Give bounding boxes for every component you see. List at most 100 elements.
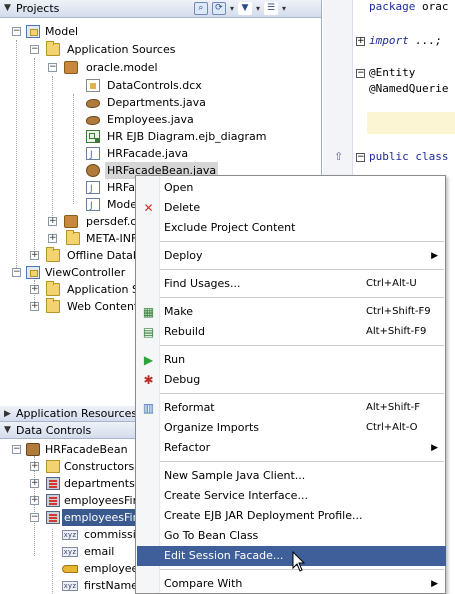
code-line-entity: @Entity [369, 66, 416, 79]
code-line-package: package orac [369, 0, 449, 13]
expand-toggle[interactable]: + [30, 251, 39, 260]
menu-item-deploy[interactable]: Deploy ▶ [137, 246, 446, 266]
project-icon [26, 25, 40, 38]
menu-item-exclude-project-content[interactable]: Exclude Project Content [137, 218, 446, 238]
menu-item-shortcut: Ctrl+Shift-F9 [366, 306, 431, 317]
folder-icon [46, 298, 60, 313]
menu-item-delete[interactable]: ✕ Delete [137, 198, 446, 218]
tree-item-label: HRFacadeBean [45, 443, 128, 456]
code-line-public-class: public class [369, 150, 449, 163]
menu-separator [160, 461, 444, 462]
collapse-toggle[interactable]: − [12, 445, 21, 454]
search-icon[interactable]: ⌕ [193, 2, 208, 15]
menu-item-create-service-interface[interactable]: Create Service Interface... [137, 486, 446, 506]
navigator-options-icon[interactable]: ☰ [263, 2, 278, 15]
menu-item-refactor[interactable]: Refactor ▶ [137, 438, 446, 458]
chevron-down-icon[interactable]: ▾ [256, 2, 260, 15]
expand-arrow-icon[interactable]: ▶ [4, 409, 11, 419]
tree-item-label: persdef.or [86, 215, 142, 228]
fold-expand-icon[interactable]: + [356, 37, 365, 46]
filter-icon[interactable]: ▼ [237, 2, 252, 15]
menu-item-rebuild[interactable]: ▤ Rebuild Alt+Shift-F9 [137, 322, 446, 342]
menu-item-reformat[interactable]: ▥ Reformat Alt+Shift-F [137, 398, 446, 418]
menu-item-debug[interactable]: ✱ Debug [137, 370, 446, 390]
attribute-icon: xyz [62, 581, 78, 591]
expand-toggle[interactable]: + [30, 462, 39, 471]
menu-item-open[interactable]: Open [137, 178, 446, 198]
expand-toggle[interactable]: + [48, 234, 57, 243]
menu-item-make[interactable]: ▦ Make Ctrl+Shift-F9 [137, 302, 446, 322]
folder-icon [46, 247, 60, 262]
collection-icon [46, 511, 60, 524]
tree-item-label: HR EJB Diagram.ejb_diagram [107, 130, 267, 143]
session-bean-icon [86, 164, 100, 177]
menu-separator [160, 297, 444, 298]
fold-collapse-icon[interactable]: − [356, 153, 365, 162]
expand-toggle[interactable]: + [30, 285, 39, 294]
projects-toolbar: ⌕ ⟳ ▾ ▼ ▾ ☰ ▾ [193, 2, 286, 15]
debug-icon: ✱ [143, 373, 154, 387]
menu-item-run[interactable]: ▶ Run [137, 350, 446, 370]
attribute-icon: xyz [62, 547, 78, 557]
menu-item-label: Reformat [164, 401, 215, 414]
interface-file-icon [86, 181, 100, 198]
menu-item-label: Make [164, 305, 193, 318]
collapse-toggle[interactable]: − [30, 513, 39, 522]
data-control-icon [26, 443, 40, 456]
file-icon [86, 198, 100, 215]
tree-item-label: Application Sources [67, 43, 176, 56]
collapse-arrow-icon[interactable]: ▼ [4, 425, 11, 435]
menu-item-create-ejb-jar-profile[interactable]: Create EJB JAR Deployment Profile... [137, 506, 446, 526]
menu-item-label: Run [164, 353, 186, 366]
project-icon [26, 266, 40, 279]
tree-item-label: Web Content [67, 300, 139, 313]
folder-icon [66, 230, 80, 245]
expand-toggle[interactable]: + [30, 479, 39, 488]
menu-item-label: Create EJB JAR Deployment Profile... [164, 509, 363, 522]
override-arrow-icon[interactable]: ⇧ [334, 150, 343, 163]
submenu-arrow-icon: ▶ [431, 443, 438, 453]
submenu-arrow-icon: ▶ [431, 579, 438, 589]
chevron-down-icon[interactable]: ▾ [230, 2, 234, 15]
tree-item-label: firstName [84, 579, 138, 592]
menu-separator [160, 269, 444, 270]
rebuild-icon: ▤ [142, 325, 155, 339]
menu-item-compare-with[interactable]: Compare With ▶ [137, 574, 446, 594]
run-icon: ▶ [143, 353, 154, 367]
expand-toggle[interactable]: + [30, 302, 39, 311]
menu-item-shortcut: Alt+Shift-F9 [366, 326, 427, 337]
collapse-toggle[interactable]: − [48, 63, 57, 72]
menu-item-organize-imports[interactable]: Organize Imports Ctrl+Alt-O [137, 418, 446, 438]
xml-file-icon [86, 79, 100, 92]
menu-item-new-sample-java-client[interactable]: New Sample Java Client... [137, 466, 446, 486]
menu-item-label: Delete [164, 201, 201, 214]
collapse-toggle[interactable]: − [12, 268, 21, 277]
tree-item-label: ViewController [45, 266, 126, 279]
menu-item-find-usages[interactable]: Find Usages... Ctrl+Alt-U [137, 274, 446, 294]
working-sets-icon[interactable]: ⟳ [211, 2, 226, 15]
make-icon: ▦ [142, 305, 155, 319]
menu-item-shortcut: Ctrl+Alt-O [366, 422, 418, 433]
chevron-down-icon[interactable]: ▾ [282, 2, 286, 15]
package-icon [64, 61, 78, 74]
fold-collapse-icon[interactable]: − [356, 69, 365, 78]
collapse-toggle[interactable]: − [12, 27, 21, 36]
expand-toggle[interactable]: + [48, 217, 57, 226]
tree-item-label: oracle.model [86, 61, 158, 74]
collapse-toggle[interactable]: − [30, 45, 39, 54]
menu-separator [160, 345, 444, 346]
menu-item-label: Find Usages... [164, 277, 241, 290]
expand-toggle[interactable]: + [30, 496, 39, 505]
reformat-icon: ▥ [142, 401, 155, 415]
entity-bean-icon [86, 116, 100, 125]
menu-item-go-to-bean-class[interactable]: Go To Bean Class [137, 526, 446, 546]
key-icon [62, 565, 78, 573]
tree-item-label: HRFacade.java [107, 147, 189, 160]
context-menu: Open ✕ Delete Exclude Project Content De… [135, 175, 446, 594]
code-line-namedqueries: @NamedQuerie [369, 82, 449, 95]
submenu-arrow-icon: ▶ [431, 251, 438, 261]
entity-bean-icon [86, 99, 100, 108]
menu-item-label: Debug [164, 373, 201, 386]
collapse-arrow-icon[interactable]: ▼ [4, 3, 11, 13]
data-controls-title: Data Controls [16, 424, 92, 437]
